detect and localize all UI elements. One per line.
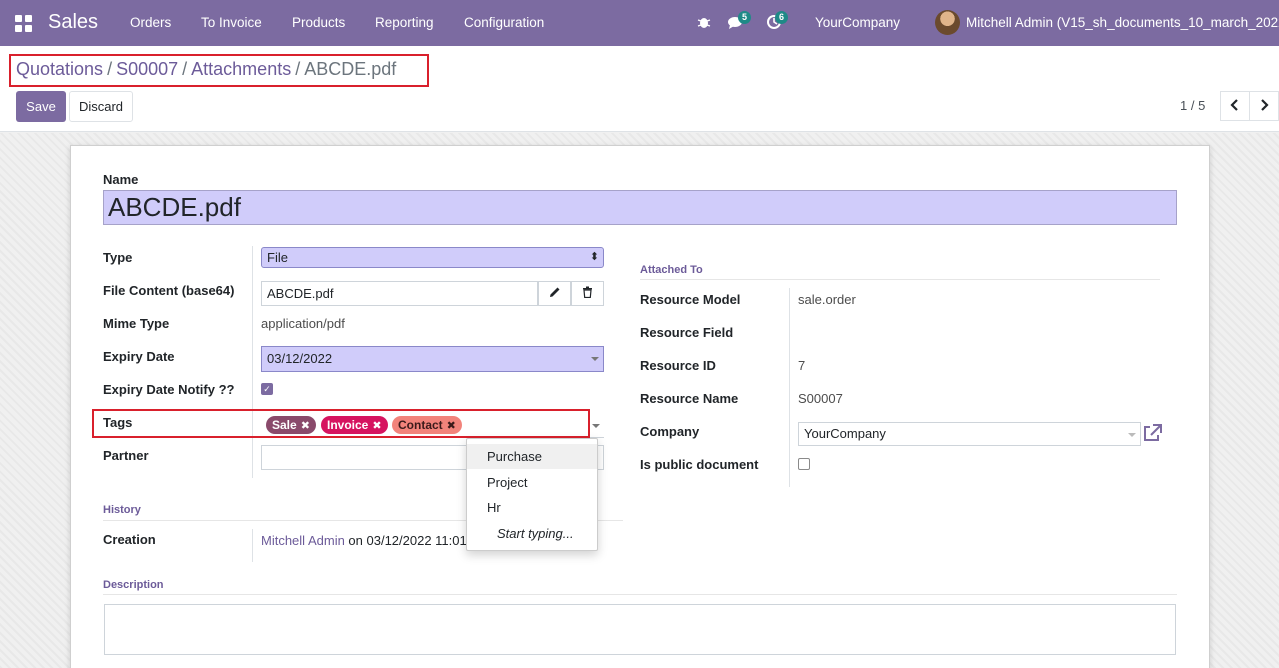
partner-label: Partner	[103, 448, 149, 463]
app-name[interactable]: Sales	[48, 11, 98, 34]
tags-autocomplete-dropdown: Purchase Project Hr Start typing...	[466, 438, 598, 551]
description-divider	[103, 594, 1177, 595]
resource-model-label: Resource Model	[640, 292, 741, 307]
dropdown-option-purchase[interactable]: Purchase	[467, 444, 597, 469]
expiry-date-value: 03/12/2022	[267, 351, 333, 366]
mime-type-value: application/pdf	[261, 316, 345, 331]
company-switcher[interactable]: YourCompany	[815, 15, 900, 30]
user-menu[interactable]: Mitchell Admin (V15_sh_documents_10_marc…	[966, 15, 1279, 30]
edit-file-button[interactable]	[538, 281, 571, 306]
description-textarea[interactable]	[104, 604, 1176, 655]
left-group-divider	[252, 246, 253, 478]
pager-next-button[interactable]	[1249, 91, 1279, 121]
expiry-notify-label: Expiry Date Notify ??	[103, 382, 235, 397]
dropdown-option-hr[interactable]: Hr	[467, 495, 597, 520]
history-section-title: History	[103, 504, 141, 516]
public-document-label: Is public document	[640, 457, 759, 472]
file-content-label: File Content (base64)	[103, 283, 235, 298]
type-label: Type	[103, 250, 133, 265]
resource-id-value: 7	[798, 358, 806, 373]
description-title: Description	[103, 579, 164, 591]
mime-type-label: Mime Type	[103, 316, 170, 331]
menu-orders[interactable]: Orders	[130, 15, 171, 30]
chevron-left-icon	[1230, 99, 1238, 111]
public-document-checkbox[interactable]	[798, 458, 810, 470]
type-select[interactable]: File ⬍	[261, 247, 604, 268]
breadcrumb-current: ABCDE.pdf	[304, 59, 397, 79]
dropdown-caret-icon	[1128, 433, 1136, 437]
menu-to-invoice[interactable]: To Invoice	[201, 15, 262, 30]
tags-highlight-box	[92, 409, 590, 438]
trash-icon	[583, 286, 592, 299]
breadcrumb: Quotations / S00007/Attachments / ABCDE.pdf	[16, 59, 397, 79]
resource-id-label: Resource ID	[640, 358, 716, 373]
dropdown-start-typing: Start typing...	[497, 526, 574, 541]
file-content-field[interactable]: ABCDE.pdf	[261, 281, 538, 306]
control-panel: Quotations / S00007/Attachments / ABCDE.pdf …	[0, 46, 1279, 132]
company-select[interactable]: YourCompany	[798, 422, 1141, 446]
company-select-value: YourCompany	[804, 426, 886, 441]
resource-name-value: S00007	[798, 391, 843, 406]
creation-label: Creation	[103, 532, 156, 547]
messages-badge: 5	[738, 11, 752, 24]
expiry-date-label: Expiry Date	[103, 349, 175, 364]
save-button[interactable]: Save	[16, 91, 66, 122]
pager-counter[interactable]: 1 / 5	[1180, 98, 1205, 113]
expiry-notify-checkbox[interactable]: ✓	[261, 383, 273, 395]
creation-date: on 03/12/2022 11:01	[344, 533, 467, 548]
breadcrumb-attachments[interactable]: Attachments	[191, 59, 291, 79]
menu-reporting[interactable]: Reporting	[375, 15, 434, 30]
creation-value: Mitchell Admin on 03/12/2022 11:01	[261, 533, 467, 548]
creation-user-link[interactable]: Mitchell Admin	[261, 533, 345, 548]
activities-badge: 6	[775, 11, 789, 24]
type-select-value: File	[267, 250, 288, 265]
breadcrumb-quotations[interactable]: Quotations	[16, 59, 103, 79]
breadcrumb-s00007[interactable]: S00007	[116, 59, 178, 79]
resource-name-label: Resource Name	[640, 391, 739, 406]
bug-icon[interactable]	[696, 14, 712, 30]
name-input[interactable]: ABCDE.pdf	[103, 190, 1177, 225]
expiry-date-input[interactable]: 03/12/2022	[261, 346, 604, 372]
delete-file-button[interactable]	[571, 281, 604, 306]
attached-to-title: Attached To	[640, 264, 703, 276]
menu-products[interactable]: Products	[292, 15, 345, 30]
pager-previous-button[interactable]	[1220, 91, 1250, 121]
dropdown-option-project[interactable]: Project	[467, 470, 597, 495]
user-avatar[interactable]	[935, 10, 960, 35]
resource-model-value: sale.order	[798, 292, 856, 307]
chevron-right-icon	[1261, 99, 1269, 111]
name-label: Name	[103, 172, 139, 187]
top-navbar: Sales Orders To Invoice Products Reporti…	[0, 0, 1279, 46]
dropdown-caret-icon	[591, 357, 599, 361]
attached-to-divider	[640, 279, 1160, 280]
company-label: Company	[640, 424, 700, 439]
discard-button[interactable]: Discard	[69, 91, 133, 122]
menu-configuration[interactable]: Configuration	[464, 15, 544, 30]
attached-column-divider	[789, 288, 790, 487]
pencil-icon	[549, 287, 559, 297]
select-arrows-icon: ⬍	[589, 251, 599, 263]
resource-field-label: Resource Field	[640, 325, 734, 340]
dropdown-caret-icon	[592, 424, 600, 428]
external-link-icon[interactable]	[1142, 424, 1162, 442]
history-column-divider	[252, 529, 253, 562]
apps-menu-icon[interactable]	[15, 15, 32, 32]
